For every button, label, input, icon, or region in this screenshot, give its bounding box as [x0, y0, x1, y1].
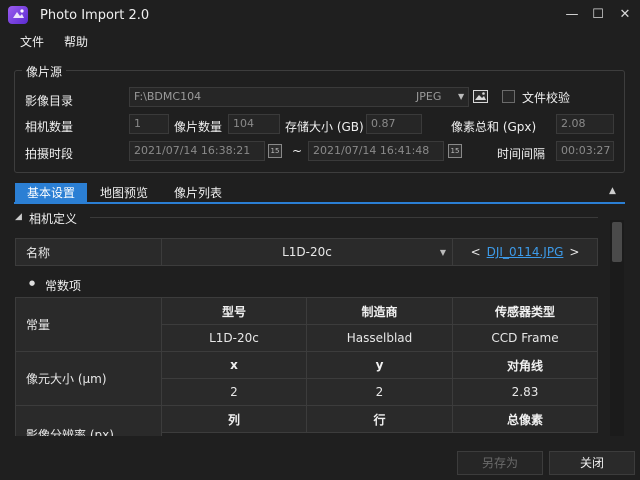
- app-icon: [8, 6, 28, 24]
- const-value-maker: Hasselblad: [306, 324, 453, 352]
- format-value: JPEG: [416, 90, 442, 103]
- pixel-size-label: 像元大小 (μm): [15, 351, 162, 406]
- maximize-button[interactable]: ☐: [583, 4, 613, 26]
- pixel-value-diagonal: 2.83: [452, 378, 598, 406]
- interval-field: 00:03:27: [556, 141, 614, 161]
- pixel-header-diagonal: 对角线: [452, 351, 598, 379]
- pixel-header-y: y: [306, 351, 453, 379]
- photo-count-field: 104: [228, 114, 280, 134]
- camera-name-combo[interactable]: L1D-20c ▼: [161, 238, 453, 266]
- camera-count-field: 1: [129, 114, 169, 134]
- section-divider: [90, 217, 598, 218]
- prev-image-button[interactable]: <: [471, 245, 481, 259]
- const-value-sensor: CCD Frame: [452, 324, 598, 352]
- calendar-end-icon[interactable]: 15: [448, 144, 462, 158]
- image-dir-label: 影像目录: [25, 94, 74, 108]
- chevron-down-icon: ▼: [439, 247, 446, 257]
- panel-scrollbar-thumb[interactable]: [612, 222, 622, 262]
- close-window-button[interactable]: ✕: [610, 4, 640, 26]
- calendar-start-icon[interactable]: 15: [268, 144, 282, 158]
- photo-count-label: 像片数量: [174, 120, 223, 134]
- const-header-maker: 制造商: [306, 297, 453, 325]
- sample-image-link[interactable]: DJI_0114.JPG: [487, 245, 564, 259]
- time-start-field: 2021/07/14 16:38:21: [129, 141, 265, 161]
- sample-image-nav: < DJI_0114.JPG >: [452, 238, 598, 266]
- collapse-icon[interactable]: ▲: [609, 186, 616, 196]
- interval-label: 时间间隔: [497, 147, 546, 161]
- camera-name-label-text: 名称: [26, 245, 51, 260]
- save-as-button[interactable]: 另存为: [457, 451, 543, 475]
- camera-count-label: 相机数量: [25, 120, 74, 134]
- const-header-sensor: 传感器类型: [452, 297, 598, 325]
- menu-bar: [0, 30, 640, 52]
- pixel-header-x: x: [161, 351, 307, 379]
- pixel-value-y[interactable]: 2: [306, 378, 453, 406]
- resolution-label: 影像分辨率 (px): [15, 405, 162, 436]
- image-dir-value: F:\BDMC104: [134, 90, 202, 103]
- pixel-value-x[interactable]: 2: [161, 378, 307, 406]
- const-header-model: 型号: [161, 297, 307, 325]
- photo-source-title: 像片源: [22, 63, 67, 80]
- footer-bar: [0, 446, 640, 480]
- time-end-field: 2021/07/14 16:41:48: [308, 141, 444, 161]
- tab-basic-settings[interactable]: 基本设置: [15, 183, 87, 204]
- browse-image-icon[interactable]: [472, 88, 489, 105]
- const-label-text: 常量: [26, 318, 51, 332]
- const-value-model: L1D-20c: [161, 324, 307, 352]
- tab-photo-list[interactable]: 像片列表: [162, 183, 234, 204]
- verify-label: 文件校验: [522, 91, 571, 105]
- resolution-label-text: 影像分辨率 (px): [26, 428, 114, 436]
- camera-name-label: 名称: [15, 238, 162, 266]
- pixel-size-label-text: 像元大小 (μm): [26, 372, 107, 386]
- storage-size-label: 存储大小 (GB): [285, 120, 364, 134]
- resolution-row-clip: 影像分辨率 (px) 列 行 总像素: [15, 405, 598, 436]
- image-dir-combo[interactable]: F:\BDMC104 JPEG ▼: [129, 87, 469, 107]
- tab-map-preview[interactable]: 地图预览: [88, 183, 160, 204]
- chevron-down-icon: ▼: [458, 92, 465, 101]
- pixel-total-label: 像素总和 (Gpx): [451, 120, 537, 134]
- camera-name-value: L1D-20c: [282, 245, 332, 259]
- pixel-total-field: 2.08: [556, 114, 614, 134]
- camera-def-title: 相机定义: [29, 212, 78, 226]
- time-separator: ~: [292, 144, 303, 158]
- res-header-cols: 列: [161, 405, 307, 433]
- section-arrow-icon[interactable]: ◢: [15, 212, 22, 222]
- capture-time-label: 拍摄时段: [25, 147, 74, 161]
- const-label: 常量: [15, 297, 162, 352]
- menu-help[interactable]: 帮助: [64, 33, 88, 50]
- res-header-total: 总像素: [452, 405, 598, 433]
- constants-title: 常数项: [45, 279, 82, 293]
- verify-checkbox[interactable]: [502, 90, 515, 103]
- close-button[interactable]: 关闭: [549, 451, 635, 475]
- storage-size-field: 0.87: [366, 114, 422, 134]
- constants-bullet-icon: ●: [29, 279, 36, 287]
- res-header-rows: 行: [306, 405, 453, 433]
- window-title: Photo Import 2.0: [40, 8, 150, 23]
- next-image-button[interactable]: >: [569, 245, 579, 259]
- menu-file[interactable]: 文件: [20, 33, 44, 50]
